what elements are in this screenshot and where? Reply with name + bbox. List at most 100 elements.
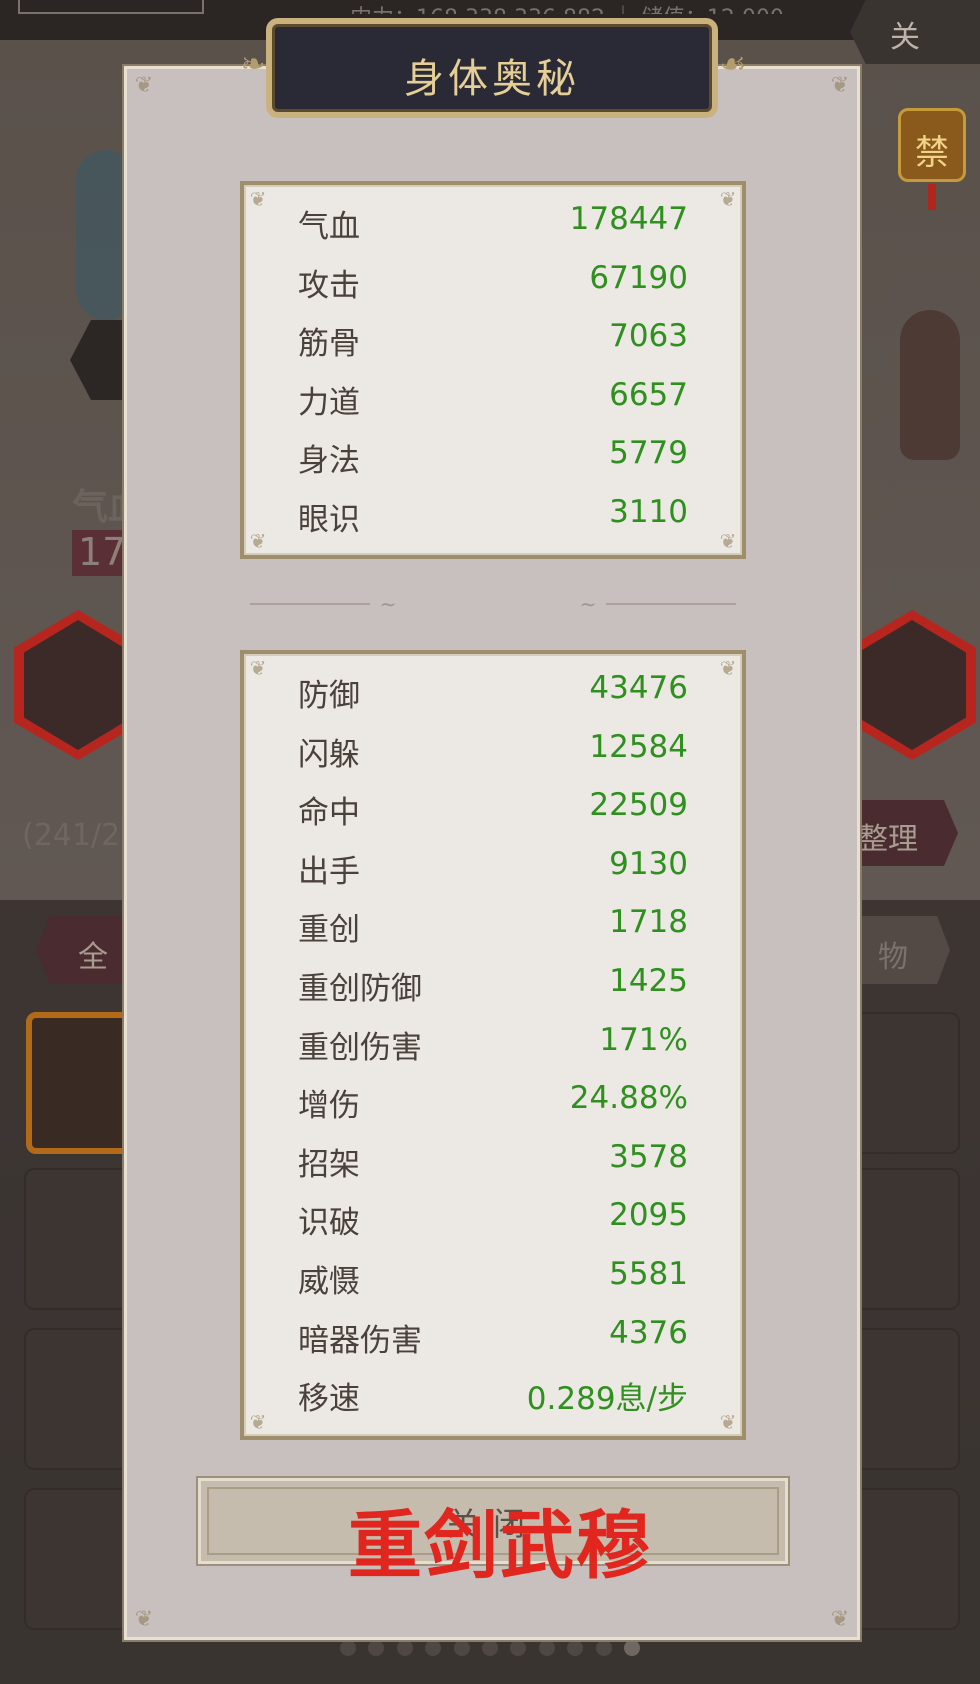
stat-row: 防御 43476 bbox=[298, 662, 688, 720]
page-indicator bbox=[340, 1640, 650, 1660]
page-dot[interactable] bbox=[453, 1640, 470, 1656]
close-screen-button[interactable]: 关 闭 bbox=[850, 0, 980, 64]
stat-label: 出手 bbox=[298, 853, 360, 890]
spear-icon bbox=[24, 620, 132, 750]
corner-ornament: ❦ bbox=[134, 73, 154, 98]
panel-corner-ornament: ❦ bbox=[249, 1410, 267, 1434]
stat-row: 出手 9130 bbox=[298, 838, 688, 896]
stat-value: 3110 bbox=[609, 494, 688, 530]
stat-row: 识破 2095 bbox=[298, 1189, 688, 1247]
stat-value: 9130 bbox=[609, 845, 688, 882]
stat-label: 识破 bbox=[298, 1205, 360, 1242]
stat-label: 威慑 bbox=[298, 1264, 360, 1300]
stat-label: 防御 bbox=[298, 678, 360, 714]
stat-value: 6657 bbox=[609, 376, 688, 413]
stat-label: 命中 bbox=[298, 795, 360, 832]
stat-label: 筋骨 bbox=[298, 326, 360, 363]
stat-value: 0.289息/步 bbox=[526, 1381, 688, 1418]
mask-equipment-icon[interactable] bbox=[900, 310, 960, 460]
stat-label: 移速 bbox=[298, 1381, 360, 1418]
stat-row: 气血 178447 bbox=[298, 193, 688, 251]
mount-icon bbox=[858, 620, 966, 750]
mount-slot-hex[interactable] bbox=[848, 610, 976, 760]
stat-value: 4376 bbox=[609, 1314, 688, 1351]
page-dot[interactable] bbox=[595, 1640, 612, 1656]
page-dot[interactable] bbox=[368, 1640, 385, 1656]
forbidden-emblem-icon[interactable]: 禁 bbox=[892, 100, 972, 210]
stat-value: 1425 bbox=[609, 963, 688, 999]
panel-corner-ornament: ❦ bbox=[249, 656, 267, 680]
stat-row: 移速 0.289息/步 bbox=[298, 1365, 688, 1423]
stat-label: 气血 bbox=[298, 209, 360, 245]
stat-label: 闪躲 bbox=[298, 736, 360, 773]
page-dot[interactable] bbox=[538, 1640, 555, 1656]
stat-label: 增伤 bbox=[298, 1088, 360, 1125]
divider-ornament: ∼ bbox=[579, 592, 597, 616]
stat-row: 筋骨 7063 bbox=[298, 310, 688, 368]
resource-readout: 内力：168,338,336,882 ｜ 储值：12,000 bbox=[350, 0, 850, 14]
page-dot[interactable] bbox=[510, 1640, 527, 1656]
stat-row: 招架 3578 bbox=[298, 1131, 688, 1189]
divider-ornament: ∼ bbox=[379, 592, 397, 616]
corner-ornament: ❦ bbox=[830, 1607, 850, 1632]
stat-label: 重创防御 bbox=[298, 971, 422, 1007]
panel-corner-ornament: ❦ bbox=[249, 187, 267, 211]
emblem-tassel bbox=[928, 184, 936, 210]
page-dot-active[interactable] bbox=[624, 1640, 640, 1656]
panel-corner-ornament: ❦ bbox=[719, 656, 737, 680]
basic-stats-panel: ❦ ❦ ❦ ❦ 气血 178447 攻击 67190 筋骨 7063 力道 6657 身法 577… bbox=[240, 181, 746, 559]
stat-row: 身法 5779 bbox=[298, 427, 688, 485]
stat-label: 眼识 bbox=[298, 502, 360, 538]
stat-value: 3578 bbox=[609, 1138, 688, 1175]
combat-stats-panel: ❦ ❦ ❦ ❦ 防御 43476 闪躲 12584 命中 22509 出手 9130 重创 171… bbox=[240, 650, 746, 1440]
stat-row: 重创 1718 bbox=[298, 896, 688, 954]
stat-label: 重创伤害 bbox=[298, 1029, 422, 1066]
dialog-title: 身体奥秘 bbox=[404, 56, 580, 102]
divider-line bbox=[606, 603, 736, 605]
stat-value: 7063 bbox=[609, 318, 688, 355]
stat-row: 眼识 3110 bbox=[298, 486, 688, 544]
dialog-title-plate: 身体奥秘 bbox=[266, 18, 718, 118]
stat-row: 闪躲 12584 bbox=[298, 721, 688, 779]
stat-label: 重创 bbox=[298, 912, 360, 949]
page-dot[interactable] bbox=[425, 1640, 442, 1656]
page-dot[interactable] bbox=[482, 1640, 498, 1656]
stat-value: 22509 bbox=[589, 787, 688, 824]
panel-corner-ornament: ❦ bbox=[719, 1410, 737, 1434]
top-left-frame bbox=[18, 0, 204, 14]
stat-row: 威慑 5581 bbox=[298, 1248, 688, 1306]
section-divider: ∼ ∼ bbox=[250, 594, 736, 614]
panel-corner-ornament: ❦ bbox=[719, 187, 737, 211]
stat-value: 178447 bbox=[569, 201, 688, 237]
title-wing-right-ornament: ☙ bbox=[719, 47, 747, 82]
weapon-slot-hex[interactable] bbox=[14, 610, 142, 760]
panel-corner-ornament: ❦ bbox=[719, 529, 737, 553]
page-dot[interactable] bbox=[396, 1640, 413, 1656]
stat-row: 力道 6657 bbox=[298, 369, 688, 427]
panel-corner-ornament: ❦ bbox=[249, 529, 267, 553]
stat-label: 身法 bbox=[298, 443, 360, 480]
title-wing-left-ornament: ❧ bbox=[240, 47, 266, 82]
page-dot[interactable] bbox=[567, 1640, 584, 1656]
stat-value: 5581 bbox=[609, 1256, 688, 1292]
filter-all-tab[interactable]: 全 bbox=[36, 916, 132, 984]
stat-value: 67190 bbox=[589, 259, 688, 296]
stat-row: 增伤 24.88% bbox=[298, 1072, 688, 1130]
stat-row: 重创伤害 171% bbox=[298, 1014, 688, 1072]
stat-value: 1718 bbox=[609, 904, 688, 941]
sort-button[interactable]: 整理 bbox=[858, 800, 958, 866]
stat-value: 24.88% bbox=[569, 1080, 688, 1117]
stat-row: 攻击 67190 bbox=[298, 252, 688, 310]
stat-value: 5779 bbox=[609, 435, 688, 472]
filter-item-tab[interactable]: 物 bbox=[858, 916, 950, 984]
stat-label: 暗器伤害 bbox=[298, 1322, 422, 1359]
emblem-plate: 禁 bbox=[898, 108, 966, 182]
stat-label: 力道 bbox=[298, 384, 360, 421]
stat-value: 43476 bbox=[589, 670, 688, 706]
bg-stat-value: 178 bbox=[72, 530, 132, 576]
corner-ornament: ❦ bbox=[830, 73, 850, 98]
stat-row: 重创防御 1425 bbox=[298, 955, 688, 1013]
watermark-text: 重剑武穆 bbox=[348, 1503, 652, 1589]
stat-value: 2095 bbox=[609, 1197, 688, 1234]
page-dot[interactable] bbox=[340, 1640, 356, 1656]
